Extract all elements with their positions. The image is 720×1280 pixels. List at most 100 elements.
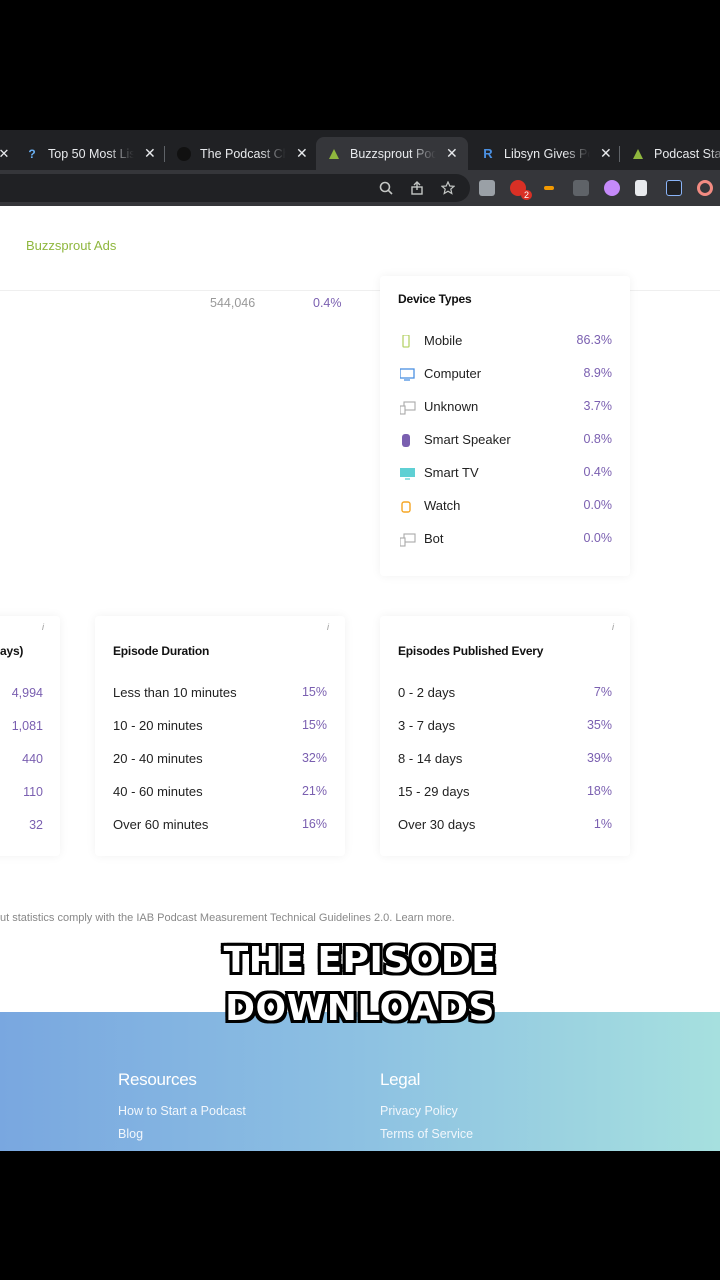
table-row: Over 30 days 1% — [380, 817, 630, 837]
row-label: 8 - 14 days — [398, 751, 463, 766]
extension-icon[interactable] — [544, 186, 554, 190]
stat-value: 32 — [29, 818, 43, 832]
row-label: Over 60 minutes — [113, 817, 209, 832]
row-value: 7% — [593, 685, 612, 699]
watch-icon — [400, 500, 412, 513]
footer-heading-resources: Resources — [118, 1070, 197, 1089]
buzzsprout-icon — [630, 146, 646, 162]
table-row: Less than 10 minutes 15% — [95, 685, 345, 705]
device-label: Smart TV — [424, 465, 479, 480]
tab-podcast-charts[interactable]: The Podcast Charts ✕ — [166, 137, 316, 170]
row-label: 20 - 40 minutes — [113, 751, 203, 766]
list-item: Smart Speaker 0.8% — [380, 432, 630, 452]
video-caption-line-2: DOWNLOADS — [225, 988, 495, 1029]
close-icon[interactable]: ✕ — [600, 145, 612, 162]
stat-value: 440 — [22, 752, 43, 766]
row-value: 16% — [301, 817, 327, 831]
table-row: 20 - 40 minutes 32% — [95, 751, 345, 771]
row-value: 39% — [586, 751, 612, 765]
buzzsprout-icon — [326, 146, 342, 162]
device-value: 86.3% — [576, 333, 612, 347]
buzzsprout-ads-link[interactable]: Buzzsprout Ads — [26, 238, 116, 253]
device-value: 0.8% — [583, 432, 613, 446]
row-value: 21% — [301, 784, 327, 798]
tab-podcast-stats[interactable]: Podcast Stats — [620, 137, 720, 170]
bot-icon — [399, 533, 416, 547]
extension-icon[interactable] — [573, 180, 589, 196]
mobile-icon — [400, 334, 412, 348]
table-row: 0 - 2 days 7% — [380, 685, 630, 705]
zoom-search-icon[interactable] — [378, 180, 394, 196]
episode-downloads-card: i ays) 4,994 1,081 440 110 32 — [0, 616, 60, 856]
footer-link[interactable]: Terms of Service — [380, 1127, 473, 1141]
row-value: 18% — [586, 784, 612, 798]
stat-value: 544,046 — [210, 296, 256, 310]
row-label: 3 - 7 days — [398, 718, 456, 733]
list-item: Watch 0.0% — [380, 498, 630, 518]
tab-title: The Podcast Charts — [200, 146, 286, 161]
tab-top-50[interactable]: ? Top 50 Most Listened ✕ — [14, 137, 164, 170]
info-icon[interactable]: i — [327, 622, 329, 632]
table-row: Over 60 minutes 16% — [95, 817, 345, 837]
table-row: 3 - 7 days 35% — [380, 718, 630, 738]
footer-link[interactable]: Privacy Policy — [380, 1104, 458, 1118]
site-footer: Resources How to Start a Podcast Blog Le… — [0, 1012, 720, 1151]
device-value: 0.0% — [583, 531, 613, 545]
info-icon[interactable]: i — [612, 622, 614, 632]
episode-duration-card: i Episode Duration Less than 10 minutes … — [95, 616, 345, 856]
extension-icon[interactable] — [479, 180, 495, 196]
device-label: Unknown — [424, 399, 479, 414]
close-icon[interactable]: ✕ — [144, 145, 156, 162]
footer-link[interactable]: Blog — [118, 1127, 143, 1141]
tab-buzzsprout[interactable]: Buzzsprout Podcast Stats ✕ — [316, 137, 468, 170]
extension-icon[interactable] — [666, 180, 682, 196]
row-value: 15% — [301, 718, 327, 732]
row-label: 40 - 60 minutes — [113, 784, 203, 799]
libsyn-icon: R — [483, 146, 493, 161]
row-value: 1% — [593, 817, 612, 831]
stat-value: 1,081 — [11, 719, 43, 733]
extension-icon[interactable] — [635, 180, 647, 196]
extension-badge: 2 — [521, 190, 533, 200]
row-label: Less than 10 minutes — [113, 685, 237, 700]
footer-heading-legal: Legal — [380, 1070, 421, 1089]
device-value: 3.7% — [583, 399, 613, 413]
computer-icon — [399, 368, 415, 381]
table-row: 8 - 14 days 39% — [380, 751, 630, 771]
stat-value: 110 — [23, 785, 43, 799]
footer-link[interactable]: How to Start a Podcast — [118, 1104, 246, 1118]
spotify-icon — [176, 146, 192, 162]
row-label: 10 - 20 minutes — [113, 718, 203, 733]
list-item: Computer 8.9% — [380, 366, 630, 386]
close-icon[interactable]: ✕ — [296, 145, 308, 162]
device-label: Smart Speaker — [424, 432, 511, 447]
card-title: Episodes Published Every — [398, 644, 544, 658]
extension-icon[interactable] — [697, 180, 713, 196]
close-icon[interactable]: ✕ — [446, 145, 458, 162]
video-caption-line-1: THE EPISODE — [223, 940, 497, 981]
list-item: Unknown 3.7% — [380, 399, 630, 419]
device-types-card: Device Types Mobile 86.3% Computer 8.9% … — [380, 276, 630, 576]
bookmark-star-icon[interactable] — [440, 180, 456, 196]
device-label: Mobile — [424, 333, 463, 348]
row-label: 15 - 29 days — [398, 784, 470, 799]
question-bubble-icon: ? — [28, 146, 36, 161]
stat-value: 4,994 — [11, 686, 43, 700]
unknown-device-icon — [399, 401, 416, 415]
info-icon[interactable]: i — [42, 622, 44, 632]
device-value: 0.4% — [583, 465, 613, 479]
list-item: Mobile 86.3% — [380, 333, 630, 353]
tab-title: Libsyn Gives Podcast — [504, 146, 590, 161]
address-bar[interactable] — [0, 174, 470, 202]
tab-libsyn[interactable]: R Libsyn Gives Podcast ✕ — [470, 137, 618, 170]
row-value: 32% — [301, 751, 327, 765]
row-value: 15% — [301, 685, 327, 699]
extension-icon[interactable] — [604, 180, 620, 196]
share-icon[interactable] — [409, 180, 425, 196]
episodes-published-card: i Episodes Published Every 0 - 2 days 7%… — [380, 616, 630, 856]
smart-tv-icon — [400, 467, 415, 480]
tab-title: Buzzsprout Podcast Stats — [350, 146, 436, 161]
device-label: Bot — [424, 531, 444, 546]
card-title: Episode Duration — [113, 644, 210, 658]
tab-close-icon[interactable]: ✕ — [0, 146, 12, 162]
